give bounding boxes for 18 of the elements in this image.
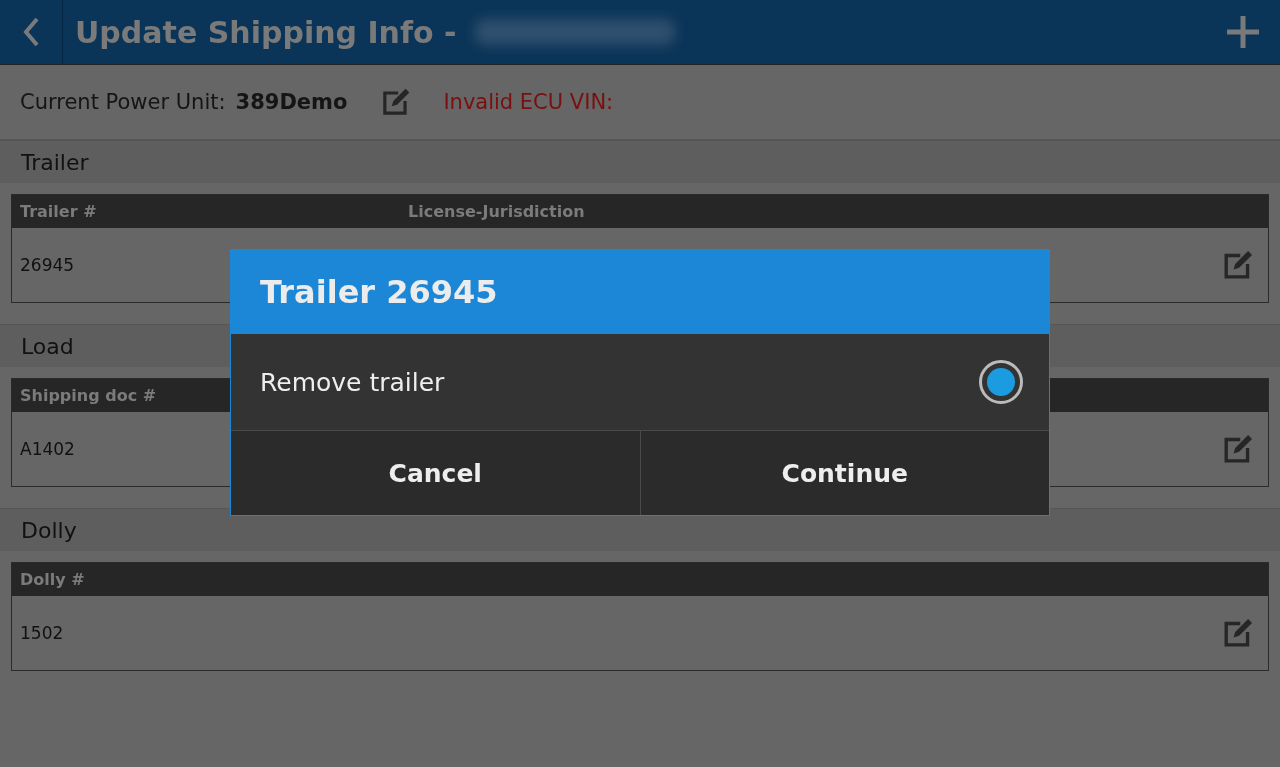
vin-warning: Invalid ECU VIN: (443, 90, 614, 114)
power-unit-value: 389Demo (235, 90, 348, 114)
radio-button[interactable] (979, 360, 1023, 404)
add-icon[interactable] (1226, 15, 1260, 49)
power-unit-label: Current Power Unit: (20, 90, 226, 114)
page-title: Update Shipping Info - (75, 14, 457, 50)
option-label: Remove trailer (260, 367, 445, 397)
column-header: Shipping doc # (19, 386, 158, 405)
table-cell-text: 26945 (19, 255, 76, 275)
column-header: Trailer # (19, 202, 98, 221)
back-icon (23, 17, 39, 47)
section-header: Trailer (0, 140, 1280, 183)
column-header: License-Jurisdiction (407, 202, 585, 221)
column-header: Dolly # (19, 570, 86, 589)
dialog-option[interactable]: Remove trailer (231, 334, 1049, 431)
table-cell-text: A1402 (19, 439, 76, 459)
table-cell-text: 1502 (19, 623, 65, 643)
dialog-title: Trailer 26945 (231, 250, 1049, 334)
